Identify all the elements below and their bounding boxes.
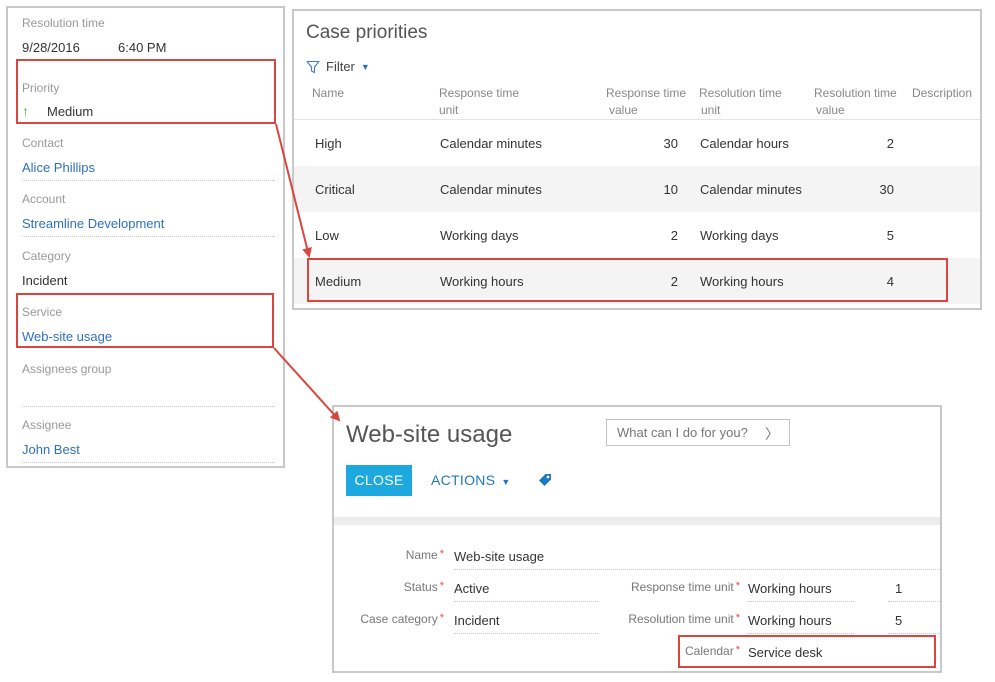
connector-arrows xyxy=(273,123,341,422)
service-connector-arrow xyxy=(273,347,341,422)
priority-connector-arrow xyxy=(275,123,312,258)
